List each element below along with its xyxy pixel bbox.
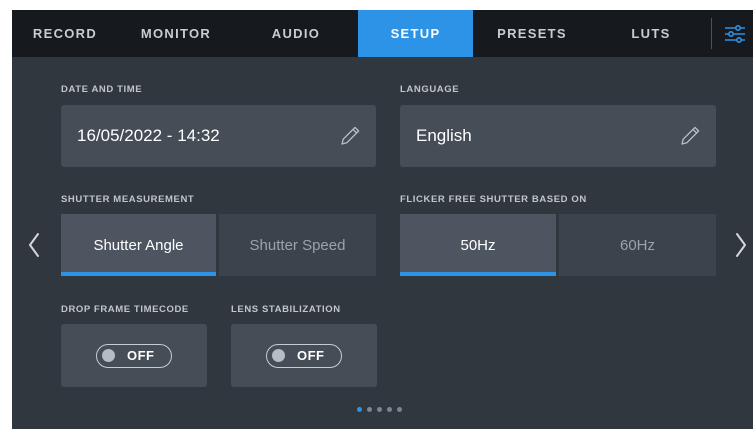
50hz-option[interactable]: 50Hz [400,214,556,276]
tab-monitor[interactable]: MONITOR [118,10,234,57]
setup-screen: RECORD MONITOR AUDIO SETUP PRESETS LUTS … [12,10,753,429]
toggle-knob [102,349,115,362]
drop-frame-timecode-card: OFF [61,324,207,387]
tab-divider [711,18,712,49]
pagination [357,407,402,412]
shutter-measurement-label: SHUTTER MEASUREMENT [61,194,195,205]
chevron-right-icon [736,233,746,257]
shutter-angle-option[interactable]: Shutter Angle [61,214,216,276]
page-dot[interactable] [377,407,382,412]
pencil-icon[interactable] [678,124,702,148]
menu-button[interactable] [717,10,753,57]
page-dot[interactable] [387,407,392,412]
language-label: LANGUAGE [400,84,460,95]
lens-stabilization-toggle[interactable]: OFF [266,343,342,368]
date-time-field[interactable]: 16/05/2022 - 14:32 [61,105,376,167]
date-time-value: 16/05/2022 - 14:32 [77,126,220,145]
tab-audio[interactable]: AUDIO [234,10,358,57]
drop-frame-timecode-label: DROP FRAME TIMECODE [61,304,189,315]
page-dot[interactable] [357,407,362,412]
toggle-state: OFF [127,348,155,363]
tab-record[interactable]: RECORD [12,10,118,57]
lens-stabilization-card: OFF [231,324,377,387]
page-dot[interactable] [397,407,402,412]
previous-page-button[interactable] [22,225,46,265]
page-dot[interactable] [367,407,372,412]
tab-bar: RECORD MONITOR AUDIO SETUP PRESETS LUTS [12,10,753,57]
date-time-label: DATE AND TIME [61,84,143,95]
sliders-icon [725,24,745,43]
pencil-icon[interactable] [338,124,362,148]
tab-luts[interactable]: LUTS [591,10,711,57]
drop-frame-timecode-toggle[interactable]: OFF [96,343,172,368]
tab-presets[interactable]: PRESETS [473,10,591,57]
next-page-button[interactable] [729,225,753,265]
chevron-left-icon [29,233,39,257]
flicker-free-label: FLICKER FREE SHUTTER BASED ON [400,194,587,205]
shutter-speed-option[interactable]: Shutter Speed [219,214,376,276]
language-value: English [416,126,472,145]
flicker-free-selector: 50Hz 60Hz [400,214,716,276]
60hz-option[interactable]: 60Hz [559,214,716,276]
toggle-knob [272,349,285,362]
toggle-state: OFF [297,348,325,363]
lens-stabilization-label: LENS STABILIZATION [231,304,341,315]
shutter-measurement-selector: Shutter Angle Shutter Speed [61,214,376,276]
language-field[interactable]: English [400,105,716,167]
tab-setup[interactable]: SETUP [358,10,473,57]
